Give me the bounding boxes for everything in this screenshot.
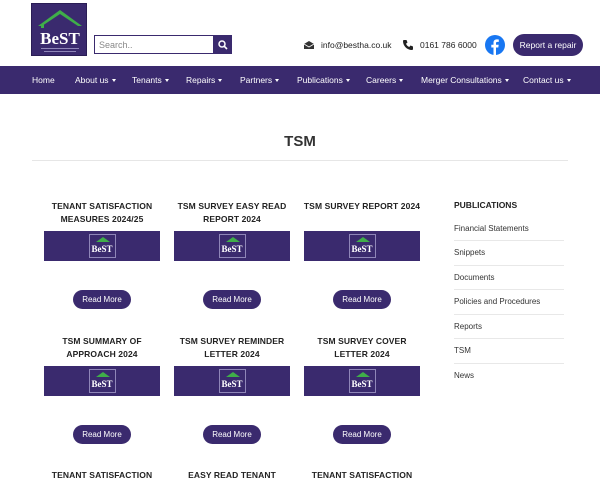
nav-careers[interactable]: Careers <box>366 66 404 94</box>
sidebar-item-snippets[interactable]: Snippets <box>454 248 564 257</box>
read-more-button[interactable]: Read More <box>203 425 261 444</box>
facebook-icon <box>485 35 505 55</box>
sidebar-item-news[interactable]: News <box>454 371 564 380</box>
nav-about-us[interactable]: About us <box>75 66 116 94</box>
best-logo-icon: BeST <box>88 369 116 393</box>
chevron-down-icon <box>345 79 350 83</box>
card-banner[interactable]: BeST <box>304 231 420 261</box>
card-title[interactable]: TENANT SATISFACTION MEASURES 2024/25 <box>43 200 161 226</box>
best-logo-icon: BeST <box>88 234 116 258</box>
nav-merger-consultations[interactable]: Merger Consultations <box>421 66 509 94</box>
card-banner[interactable]: BeST <box>44 366 160 396</box>
sidebar-item-tsm[interactable]: TSM <box>454 346 564 355</box>
chevron-down-icon <box>111 79 116 83</box>
logo-text: BeST <box>40 29 80 48</box>
sidebar-title: PUBLICATIONS <box>454 200 518 210</box>
nav-home[interactable]: Home <box>32 66 55 94</box>
card-title[interactable]: TSM SURVEY EASY READ REPORT 2024 <box>173 200 291 226</box>
phone-icon <box>402 39 414 51</box>
phone-number: 0161 786 6000 <box>420 40 477 50</box>
card-title[interactable]: TENANT SATISFACTION <box>43 469 161 480</box>
sidebar-item-reports[interactable]: Reports <box>454 322 564 331</box>
sidebar-divider <box>454 265 564 266</box>
site-logo[interactable]: BeST <box>31 3 87 56</box>
phone-contact[interactable]: 0161 786 6000 <box>402 36 477 54</box>
report-repair-button[interactable]: Report a repair <box>513 34 583 56</box>
sidebar-divider <box>454 314 564 315</box>
sidebar-divider <box>454 338 564 339</box>
chevron-down-icon <box>218 79 223 83</box>
chevron-down-icon <box>399 79 404 83</box>
search-button[interactable] <box>213 35 232 54</box>
card-banner[interactable]: BeST <box>44 231 160 261</box>
search-form <box>94 35 232 54</box>
best-logo-icon: BeST <box>218 369 246 393</box>
email-address: info@bestha.co.uk <box>321 40 392 50</box>
read-more-button[interactable]: Read More <box>73 290 131 309</box>
card-title[interactable]: TSM SURVEY REMINDER LETTER 2024 <box>173 335 291 361</box>
best-logo-icon: BeST <box>348 234 376 258</box>
email-contact[interactable]: info@bestha.co.uk <box>303 36 392 54</box>
sidebar-divider <box>454 289 564 290</box>
card-title[interactable]: TSM SUMMARY OF APPROACH 2024 <box>43 335 161 361</box>
facebook-link[interactable] <box>485 35 505 55</box>
sidebar-item-documents[interactable]: Documents <box>454 273 564 282</box>
search-icon <box>217 39 228 50</box>
nav-publications[interactable]: Publications <box>297 66 350 94</box>
page-title: TSM <box>284 133 316 150</box>
nav-repairs[interactable]: Repairs <box>186 66 223 94</box>
title-divider <box>32 160 568 161</box>
chevron-down-icon <box>504 79 509 83</box>
nav-tenants[interactable]: Tenants <box>132 66 169 94</box>
chevron-down-icon <box>164 79 169 83</box>
best-logo-icon: BeST <box>218 234 246 258</box>
main-nav: Home About us Tenants Repairs Partners P… <box>0 66 600 94</box>
card-title[interactable]: TSM SURVEY COVER LETTER 2024 <box>303 335 421 361</box>
chevron-down-icon <box>275 79 280 83</box>
sidebar-divider <box>454 240 564 241</box>
nav-partners[interactable]: Partners <box>240 66 280 94</box>
read-more-button[interactable]: Read More <box>333 290 391 309</box>
logo-icon: BeST <box>38 10 82 52</box>
card-title[interactable]: TSM SURVEY REPORT 2024 <box>303 200 421 213</box>
nav-contact-us[interactable]: Contact us <box>523 66 571 94</box>
chevron-down-icon <box>566 79 571 83</box>
read-more-button[interactable]: Read More <box>73 425 131 444</box>
card-banner[interactable]: BeST <box>304 366 420 396</box>
card-banner[interactable]: BeST <box>174 231 290 261</box>
read-more-button[interactable]: Read More <box>333 425 391 444</box>
sidebar-item-policies-and-procedures[interactable]: Policies and Procedures <box>454 297 564 306</box>
card-title[interactable]: EASY READ TENANT <box>173 469 291 480</box>
sidebar-divider <box>454 363 564 364</box>
email-icon <box>303 40 315 50</box>
best-logo-icon: BeST <box>348 369 376 393</box>
search-input[interactable] <box>94 35 213 54</box>
card-banner[interactable]: BeST <box>174 366 290 396</box>
sidebar-item-financial-statements[interactable]: Financial Statements <box>454 224 564 233</box>
read-more-button[interactable]: Read More <box>203 290 261 309</box>
card-title[interactable]: TENANT SATISFACTION <box>303 469 421 480</box>
